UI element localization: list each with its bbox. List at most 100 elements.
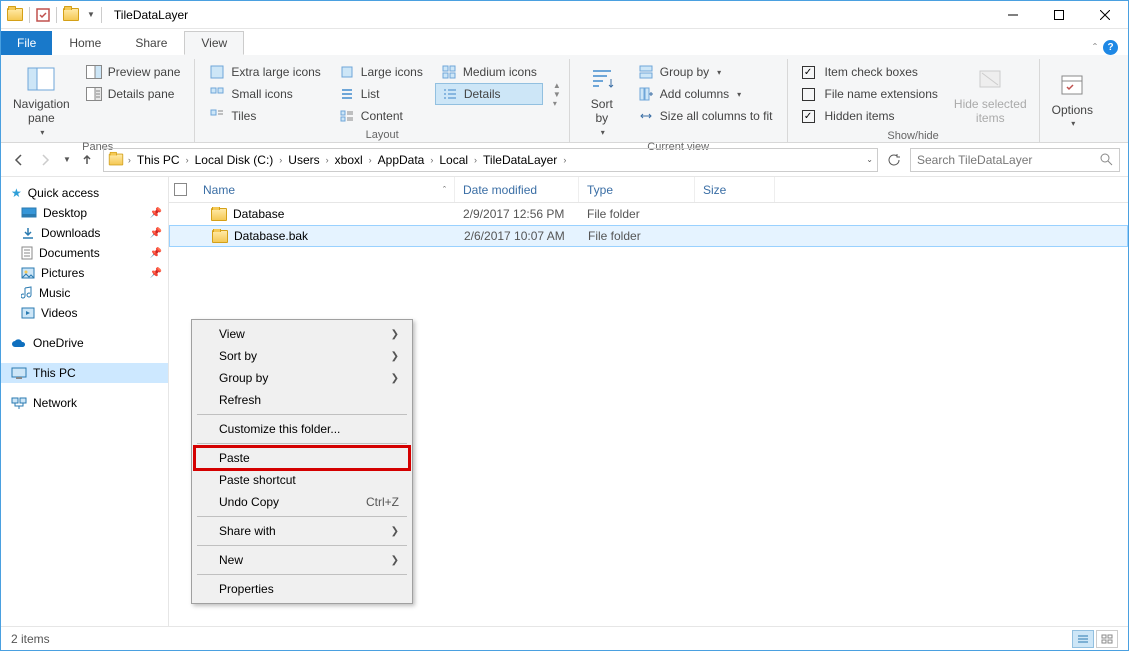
search-input[interactable]: Search TileDataLayer <box>910 148 1120 172</box>
layout-tiles[interactable]: Tiles <box>203 105 326 127</box>
up-button[interactable] <box>77 150 97 170</box>
layout-scroll-up[interactable]: ▲ <box>553 81 561 90</box>
videos-icon <box>21 307 35 319</box>
sidebar-item-downloads[interactable]: Downloads📌 <box>1 223 168 243</box>
col-date[interactable]: Date modified <box>455 177 579 202</box>
ctx-undo[interactable]: Undo CopyCtrl+Z <box>195 491 409 513</box>
ctx-properties[interactable]: Properties <box>195 578 409 600</box>
sidebar-this-pc[interactable]: This PC <box>1 363 168 383</box>
forward-button[interactable] <box>35 150 55 170</box>
ctx-paste-shortcut[interactable]: Paste shortcut <box>195 469 409 491</box>
ctx-paste[interactable]: Paste <box>195 447 409 469</box>
check-item-checkboxes[interactable]: Item check boxes <box>796 61 944 83</box>
separator <box>197 443 407 444</box>
chevron-icon[interactable]: › <box>324 155 331 165</box>
tab-strip: File Home Share View ˆ ? <box>1 29 1128 55</box>
add-columns-button[interactable]: Add columns▾ <box>632 83 779 105</box>
xlarge-icon <box>209 64 225 80</box>
address-dropdown[interactable]: ⌄ <box>866 155 873 164</box>
layout-content[interactable]: Content <box>333 105 429 127</box>
app-icon <box>7 8 23 21</box>
chevron-icon[interactable]: › <box>428 155 435 165</box>
layout-scroll-down[interactable]: ▼ <box>553 90 561 99</box>
ctx-customize[interactable]: Customize this folder... <box>195 418 409 440</box>
ctx-share-with[interactable]: Share with❯ <box>195 520 409 542</box>
sidebar-item-music[interactable]: Music <box>1 283 168 303</box>
col-type[interactable]: Type <box>579 177 695 202</box>
column-headers[interactable]: Nameˆ Date modified Type Size <box>169 177 1128 203</box>
sidebar-quick-access[interactable]: ★Quick access <box>1 183 168 203</box>
col-name[interactable]: Nameˆ <box>195 177 455 202</box>
layout-xlarge[interactable]: Extra large icons <box>203 61 326 83</box>
history-dropdown[interactable]: ▼ <box>63 155 71 164</box>
sort-by-button[interactable]: Sort by▾ <box>578 61 626 139</box>
details-icon <box>442 86 458 102</box>
breadcrumb-item[interactable]: xboxl <box>333 153 365 167</box>
details-pane-button[interactable]: Details pane <box>80 83 187 105</box>
breadcrumb-item[interactable]: Local <box>437 153 470 167</box>
ctx-refresh[interactable]: Refresh <box>195 389 409 411</box>
view-details-toggle[interactable] <box>1072 630 1094 648</box>
layout-small[interactable]: Small icons <box>203 83 326 105</box>
size-columns-button[interactable]: Size all columns to fit <box>632 105 779 127</box>
hide-selected-button[interactable]: Hide selected items <box>950 61 1031 128</box>
separator <box>197 516 407 517</box>
ctx-new[interactable]: New❯ <box>195 549 409 571</box>
help-icon[interactable]: ? <box>1103 40 1118 55</box>
sidebar-onedrive[interactable]: OneDrive <box>1 333 168 353</box>
chevron-icon[interactable]: › <box>367 155 374 165</box>
breadcrumb-item[interactable]: TileDataLayer <box>481 153 559 167</box>
check-hidden[interactable]: Hidden items <box>796 105 944 127</box>
ribbon-collapse-icon[interactable]: ˆ <box>1093 41 1097 55</box>
layout-details[interactable]: Details <box>435 83 543 105</box>
chevron-icon[interactable]: › <box>184 155 191 165</box>
qat-properties-icon[interactable] <box>36 8 50 22</box>
chevron-icon[interactable]: › <box>472 155 479 165</box>
file-row[interactable]: Database.bak 2/6/2017 10:07 AM File fold… <box>169 225 1128 247</box>
layout-large[interactable]: Large icons <box>333 61 429 83</box>
sidebar-item-desktop[interactable]: Desktop📌 <box>1 203 168 223</box>
breadcrumb-item[interactable]: Local Disk (C:) <box>193 153 276 167</box>
refresh-button[interactable] <box>884 150 904 170</box>
tab-share[interactable]: Share <box>118 31 184 55</box>
navigation-pane-button[interactable]: Navigation pane▾ <box>9 61 74 139</box>
col-size[interactable]: Size <box>695 177 775 202</box>
layout-expand[interactable]: ▾ <box>553 99 561 108</box>
group-by-button[interactable]: Group by▾ <box>632 61 779 83</box>
options-icon <box>1056 69 1088 101</box>
sidebar-item-documents[interactable]: Documents📌 <box>1 243 168 263</box>
breadcrumb-item[interactable]: AppData <box>376 153 427 167</box>
separator <box>197 545 407 546</box>
breadcrumb-item[interactable]: This PC <box>135 153 182 167</box>
preview-pane-button[interactable]: Preview pane <box>80 61 187 83</box>
chevron-icon[interactable]: › <box>561 155 568 165</box>
sidebar-item-pictures[interactable]: Pictures📌 <box>1 263 168 283</box>
tab-view[interactable]: View <box>184 31 244 55</box>
ctx-groupby[interactable]: Group by❯ <box>195 367 409 389</box>
ctx-view[interactable]: View❯ <box>195 323 409 345</box>
sidebar-network[interactable]: Network <box>1 393 168 413</box>
file-row[interactable]: Database 2/9/2017 12:56 PM File folder <box>169 203 1128 225</box>
tab-file[interactable]: File <box>1 31 52 55</box>
layout-list[interactable]: List <box>333 83 429 105</box>
sidebar-item-videos[interactable]: Videos <box>1 303 168 323</box>
options-button[interactable]: Options▾ <box>1048 61 1097 136</box>
check-extensions[interactable]: File name extensions <box>796 83 944 105</box>
close-button[interactable] <box>1082 1 1128 29</box>
qat-newfolder-icon[interactable] <box>63 8 79 21</box>
select-all-checkbox[interactable] <box>174 183 187 196</box>
chevron-icon[interactable]: › <box>277 155 284 165</box>
view-icons-toggle[interactable] <box>1096 630 1118 648</box>
chevron-icon[interactable]: › <box>126 155 133 165</box>
address-bar[interactable]: › This PC› Local Disk (C:)› Users› xboxl… <box>103 148 878 172</box>
layout-medium[interactable]: Medium icons <box>435 61 543 83</box>
tab-home[interactable]: Home <box>52 31 118 55</box>
pin-icon: 📌 <box>150 268 162 279</box>
back-button[interactable] <box>9 150 29 170</box>
breadcrumb-item[interactable]: Users <box>286 153 321 167</box>
window-title: TileDataLayer <box>108 8 188 22</box>
minimize-button[interactable] <box>990 1 1036 29</box>
qat-dropdown-icon[interactable]: ▼ <box>87 10 95 19</box>
ctx-sortby[interactable]: Sort by❯ <box>195 345 409 367</box>
maximize-button[interactable] <box>1036 1 1082 29</box>
